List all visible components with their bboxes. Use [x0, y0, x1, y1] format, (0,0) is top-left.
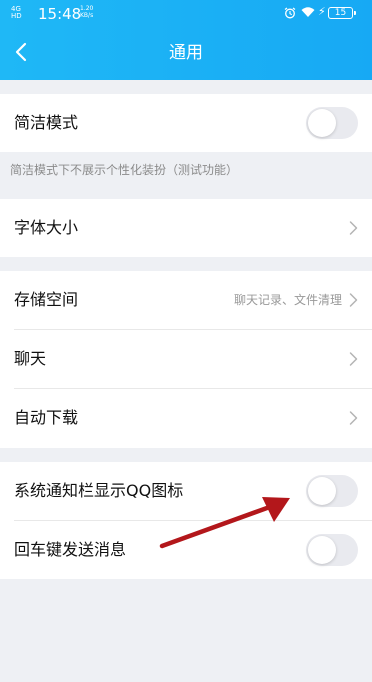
- font-size-row[interactable]: 字体大小: [0, 199, 372, 257]
- battery-icon: 15: [328, 7, 356, 19]
- chat-label: 聊天: [14, 349, 47, 368]
- storage-row[interactable]: 存储空间 聊天记录、文件清理: [0, 271, 372, 329]
- chevron-right-icon: [349, 293, 358, 307]
- chevron-right-icon: [349, 411, 358, 425]
- simple-mode-hint: 简洁模式下不展示个性化装扮（测试功能）: [10, 163, 239, 177]
- toggle-knob: [308, 477, 336, 505]
- toggle-knob: [308, 536, 336, 564]
- nav-bar: 通用: [0, 28, 372, 80]
- simple-mode-group: 简洁模式: [0, 94, 372, 152]
- charging-icon: ⚡: [318, 5, 326, 18]
- auto-download-row[interactable]: 自动下载: [0, 389, 372, 447]
- qq-icon-notification-label: 系统通知栏显示QQ图标: [14, 481, 184, 500]
- speed-value: 1.20: [80, 5, 94, 12]
- status-time: 15:48: [38, 5, 82, 23]
- notification-group: 系统通知栏显示QQ图标 回车键发送消息: [0, 462, 372, 579]
- storage-value: 聊天记录、文件清理: [233, 293, 342, 307]
- status-bar: 4G HD 15:48 1.20 KB/s ⚡ 15: [0, 0, 372, 28]
- speed-unit: KB/s: [80, 12, 94, 19]
- enter-to-send-label: 回车键发送消息: [14, 540, 127, 559]
- storage-group: 存储空间 聊天记录、文件清理 聊天 自动下载: [0, 271, 372, 448]
- enter-to-send-row: 回车键发送消息: [0, 521, 372, 579]
- simple-mode-row: 简洁模式: [0, 94, 372, 152]
- network-indicator: 4G HD: [11, 6, 22, 20]
- qq-icon-notification-row: 系统通知栏显示QQ图标: [0, 462, 372, 520]
- chevron-right-icon: [349, 352, 358, 366]
- auto-download-label: 自动下载: [14, 408, 79, 427]
- network-speed: 1.20 KB/s: [80, 5, 93, 19]
- chat-row[interactable]: 聊天: [0, 330, 372, 388]
- page-title: 通用: [169, 43, 203, 63]
- wifi-icon: [301, 7, 315, 17]
- alarm-icon: [284, 7, 296, 19]
- chevron-right-icon: [349, 221, 358, 235]
- enter-to-send-toggle[interactable]: [306, 534, 358, 566]
- toggle-knob: [308, 109, 336, 137]
- network-hd: HD: [11, 12, 22, 20]
- qq-icon-notification-toggle[interactable]: [306, 475, 358, 507]
- font-size-label: 字体大小: [14, 218, 79, 237]
- simple-mode-label: 简洁模式: [14, 113, 79, 132]
- simple-mode-toggle[interactable]: [306, 107, 358, 139]
- font-size-group: 字体大小: [0, 199, 372, 257]
- top-bar: 4G HD 15:48 1.20 KB/s ⚡ 15 通用: [0, 0, 372, 80]
- storage-label: 存储空间: [14, 290, 79, 309]
